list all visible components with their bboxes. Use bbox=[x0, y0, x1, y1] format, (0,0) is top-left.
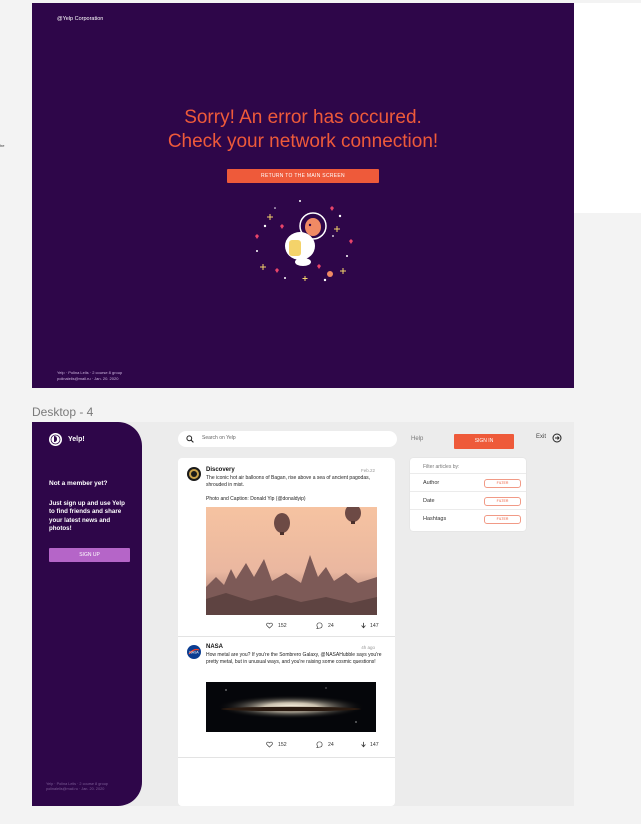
post-author[interactable]: Discovery bbox=[206, 467, 235, 473]
sidebar: Yelp! Not a member yet? Just sign up and… bbox=[32, 422, 142, 806]
frame-label: Desktop - 4 bbox=[32, 405, 94, 419]
corp-label: @Yelp Corporation bbox=[57, 16, 104, 22]
filter-panel: Filter articles by: Author FILTER Date F… bbox=[410, 458, 526, 531]
filter-date-label: Date bbox=[423, 498, 435, 504]
error-screen: @Yelp Corporation Sorry! An error has oc… bbox=[32, 3, 574, 388]
exit-icon[interactable] bbox=[552, 433, 562, 443]
like-count: 152 bbox=[278, 623, 287, 629]
download-icon[interactable] bbox=[360, 741, 367, 748]
sidebar-footer-line2: polinalelis@mail.ru · Jan. 20. 2020 bbox=[46, 787, 105, 791]
search-input[interactable]: Search on Yelp bbox=[202, 435, 236, 441]
error-footer-line2: polinalelis@mail.ru · Jan. 20. 2020 bbox=[57, 375, 119, 381]
error-footer-line1: Yelp · Polina Lelis · 2 course 8 group bbox=[57, 370, 123, 375]
return-main-screen-button[interactable]: RETURN TO THE MAIN SCREEN bbox=[227, 169, 379, 183]
search-bar[interactable]: Search on Yelp bbox=[178, 431, 397, 447]
comment-icon[interactable] bbox=[316, 622, 323, 629]
filter-author-label: Author bbox=[423, 480, 440, 486]
sidebar-footer: Yelp · Polina Lelis · 2 course 8 group p… bbox=[46, 782, 108, 792]
post-text: The iconic hot air balloons of Bagan, ri… bbox=[206, 475, 370, 488]
help-link[interactable]: Help bbox=[411, 436, 423, 442]
filter-hashtags-button[interactable]: FILTER bbox=[484, 515, 521, 524]
post-date: 4h ago bbox=[361, 645, 375, 650]
download-icon[interactable] bbox=[360, 622, 367, 629]
like-icon[interactable] bbox=[266, 622, 273, 629]
post-caption: Photo and Caption: Donald Yip (@donaldyi… bbox=[206, 496, 306, 502]
filter-title: Filter articles by: bbox=[423, 464, 460, 470]
sign-in-button[interactable]: SIGN IN bbox=[454, 434, 514, 449]
logo-text[interactable]: Yelp! bbox=[68, 436, 85, 443]
desktop-frame: Yelp! Not a member yet? Just sign up and… bbox=[32, 422, 574, 806]
post-card: Discovery Feb.22 The iconic hot air ball… bbox=[178, 458, 395, 636]
post-date: Feb.22 bbox=[360, 468, 375, 473]
post-divider bbox=[178, 757, 395, 758]
comment-count: 24 bbox=[328, 623, 334, 629]
like-icon[interactable] bbox=[266, 741, 273, 748]
download-count: 147 bbox=[370, 623, 379, 629]
join-text: Just sign up and use Yelp to find friend… bbox=[49, 500, 125, 533]
white-strip bbox=[574, 3, 641, 213]
filter-date-button[interactable]: FILTER bbox=[484, 497, 521, 506]
nasa-avatar[interactable]: NASA bbox=[187, 645, 201, 659]
not-member-heading: Not a member yet? bbox=[49, 480, 108, 487]
discovery-avatar[interactable] bbox=[187, 467, 201, 481]
comment-icon[interactable] bbox=[316, 741, 323, 748]
post-photo-balloons[interactable] bbox=[206, 507, 377, 615]
filter-hashtags-label: Hashtags bbox=[423, 516, 447, 522]
yelp-logo-icon[interactable] bbox=[49, 433, 62, 446]
filter-divider bbox=[410, 491, 526, 492]
sign-up-button[interactable]: SIGN UP bbox=[49, 548, 130, 562]
error-message-line1: Sorry! An error has occured. bbox=[184, 107, 422, 128]
feed: Discovery Feb.22 The iconic hot air ball… bbox=[178, 458, 395, 806]
post-author[interactable]: NASA bbox=[206, 644, 223, 650]
comment-count: 24 bbox=[328, 742, 334, 748]
search-icon bbox=[186, 435, 194, 443]
svg-text:NASA: NASA bbox=[189, 651, 199, 655]
error-message-line2: Check your network connection! bbox=[167, 131, 439, 152]
filter-divider bbox=[410, 473, 526, 474]
error-footer: Yelp · Polina Lelis · 2 course 8 group p… bbox=[57, 370, 122, 381]
post-text: How metal are you? If you're the Sombrer… bbox=[206, 652, 382, 665]
exit-link[interactable]: Exit bbox=[536, 434, 546, 440]
post-card: NASA NASA 4h ago How metal are you? If y… bbox=[178, 637, 395, 757]
download-count: 147 bbox=[370, 742, 379, 748]
filter-divider bbox=[410, 509, 526, 510]
astronaut-dog-illustration bbox=[255, 200, 353, 282]
side-note: he bbox=[0, 143, 5, 148]
post-photo-sombrero-galaxy[interactable] bbox=[206, 682, 376, 732]
like-count: 152 bbox=[278, 742, 287, 748]
filter-author-button[interactable]: FILTER bbox=[484, 479, 521, 488]
